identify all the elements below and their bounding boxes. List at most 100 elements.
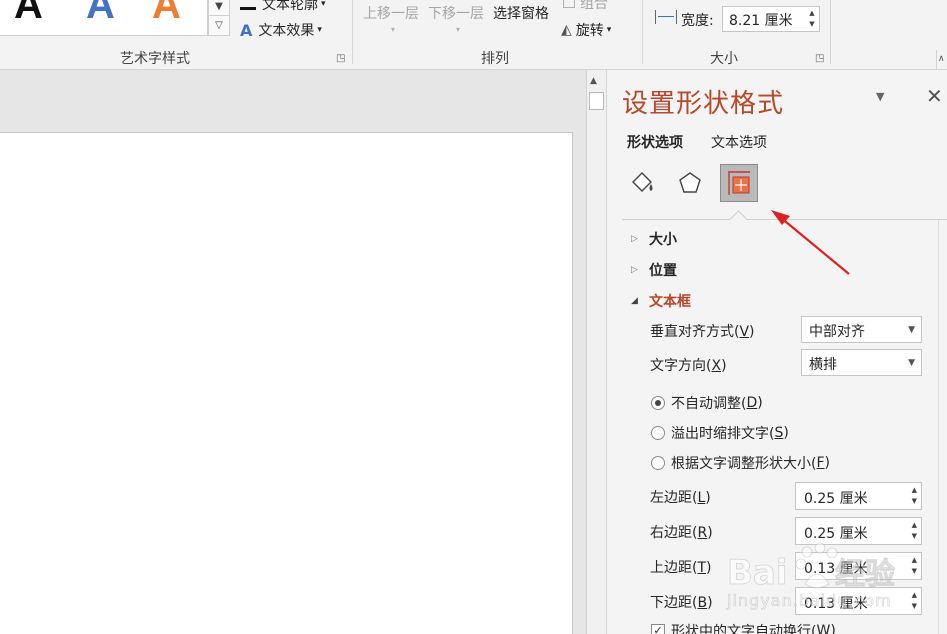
left-margin-input[interactable]: 0.25 厘米 ▲ ▼: [795, 482, 922, 510]
spin-arrows-icon[interactable]: ▲ ▼: [912, 555, 917, 577]
section-position-label: 位置: [649, 263, 677, 279]
group-label-arrange: 排列: [481, 51, 509, 67]
top-margin-input[interactable]: 0.13 厘米 ▲ ▼: [795, 552, 922, 580]
selection-pane-label: 选择窗格: [493, 6, 549, 22]
pane-divider: [622, 219, 947, 220]
dialog-launcher-icon[interactable]: ◳: [336, 53, 345, 64]
wrap-text-checkbox[interactable]: ✓ 形状中的文字自动换行(W): [651, 621, 836, 634]
text-direction-select[interactable]: 横排 ▼: [801, 349, 922, 376]
text-direction-value: 横排: [809, 357, 837, 373]
send-backward-label: 下移一层: [428, 6, 484, 22]
width-label: 宽度:: [681, 13, 714, 29]
group-label-size: 大小: [710, 51, 738, 67]
bottom-margin-label: 下边距(B): [650, 595, 713, 611]
radio-button[interactable]: [651, 426, 665, 440]
group-label-wordart: 艺术字样式: [120, 51, 190, 67]
section-size[interactable]: ▷ 大小: [631, 229, 677, 249]
left-margin-label: 左边距(L): [650, 490, 711, 506]
size-properties-icon[interactable]: [720, 164, 758, 202]
ribbon: A A A ▼ ▽ 文本轮廓 ▾ A 文本效果 ▾ 艺术字样式 ◳ 上移一层 ▾…: [0, 0, 947, 70]
chevron-down-icon: ▾: [317, 25, 322, 35]
group-separator: [830, 0, 831, 64]
group-separator: [352, 0, 353, 64]
right-margin-value: 0.25 厘米: [804, 526, 868, 542]
pane-scrollbar[interactable]: [938, 220, 947, 634]
radio-resize-shape[interactable]: 根据文字调整形状大小(F): [651, 453, 830, 473]
group-separator: [642, 0, 643, 64]
wordart-style-orange[interactable]: A: [152, 0, 181, 25]
text-direction-label: 文字方向(X): [650, 358, 727, 374]
canvas-margin: [0, 70, 586, 132]
checkmark-icon[interactable]: ✓: [651, 624, 665, 634]
dialog-launcher-icon[interactable]: ◳: [815, 53, 824, 64]
slide[interactable]: [0, 132, 573, 634]
expand-icon: ▷: [631, 234, 638, 244]
radio-button[interactable]: [651, 396, 665, 410]
effects-pentagon-icon[interactable]: [671, 164, 709, 202]
pane-caret: [729, 210, 748, 229]
width-value: 8.21 厘米: [729, 13, 793, 29]
radio-shrink-on-overflow[interactable]: 溢出时缩排文字(S): [651, 423, 789, 443]
gallery-scroll: ▼ ▽: [208, 0, 230, 36]
vertical-align-select[interactable]: 中部对齐 ▼: [801, 316, 922, 343]
text-outline-button[interactable]: 文本轮廓 ▾: [240, 0, 326, 14]
chevron-down-icon: ▾: [606, 25, 612, 35]
chevron-down-icon: ▾: [456, 25, 461, 34]
tab-text-options[interactable]: 文本选项: [711, 132, 767, 152]
spin-arrows-icon[interactable]: ▲ ▼: [912, 520, 917, 542]
scroll-thumb[interactable]: [589, 92, 604, 110]
section-textbox[interactable]: ◢ 文本框: [631, 291, 691, 311]
spin-arrows-icon[interactable]: ▲ ▼: [912, 590, 917, 612]
top-margin-value: 0.13 厘米: [804, 561, 868, 577]
chevron-down-icon: ▼: [908, 358, 915, 368]
pane-title: 设置形状格式: [622, 89, 785, 119]
bring-forward-label: 上移一层: [363, 6, 419, 22]
collapse-ribbon-icon[interactable]: ∧: [938, 54, 945, 64]
spin-arrows-icon[interactable]: ▲ ▼: [807, 8, 817, 30]
tab-shape-options[interactable]: 形状选项: [627, 132, 683, 152]
pane-options-icon[interactable]: ▼: [876, 90, 884, 103]
selection-pane-button[interactable]: 选择窗格: [493, 3, 549, 23]
close-icon[interactable]: ✕: [926, 84, 943, 108]
vertical-align-label: 垂直对齐方式(V): [650, 324, 755, 340]
right-margin-input[interactable]: 0.25 厘米 ▲ ▼: [795, 517, 922, 545]
bring-forward-button[interactable]: 上移一层: [363, 3, 419, 23]
radio-button[interactable]: [651, 456, 665, 470]
group-objects-icon: [563, 0, 575, 8]
wordart-style-blue[interactable]: A: [86, 0, 115, 25]
text-effects-icon: A: [240, 20, 253, 40]
text-outline-label: 文本轮廓: [262, 0, 318, 13]
text-effects-button[interactable]: A 文本效果 ▾: [240, 20, 322, 40]
rotate-button[interactable]: ◭ 旋转 ▾: [561, 20, 611, 40]
text-outline-icon: [240, 0, 256, 10]
group-objects-label: 组合: [580, 0, 608, 12]
section-textbox-label: 文本框: [649, 294, 691, 310]
chevron-down-icon: ▼: [908, 325, 915, 335]
text-effects-label: 文本效果: [258, 23, 315, 39]
bottom-margin-value: 0.13 厘米: [804, 596, 868, 612]
section-size-label: 大小: [649, 232, 677, 248]
left-margin-value: 0.25 厘米: [804, 491, 868, 507]
group-separator: [936, 50, 937, 69]
chevron-down-icon: ▾: [391, 25, 396, 34]
group-objects-button[interactable]: 组合: [563, 0, 608, 13]
section-position[interactable]: ▷ 位置: [631, 260, 677, 280]
width-input[interactable]: 8.21 厘米 ▲ ▼: [722, 6, 820, 32]
rotate-label: 旋转: [575, 23, 604, 39]
gallery-down-icon[interactable]: ▼: [209, 0, 229, 16]
fill-line-icon[interactable]: [623, 164, 661, 202]
send-backward-button[interactable]: 下移一层: [428, 3, 484, 23]
wordart-gallery[interactable]: A A A: [0, 0, 208, 36]
gallery-more-icon[interactable]: ▽: [209, 16, 229, 35]
expand-icon: ▷: [631, 265, 638, 275]
scroll-up-icon[interactable]: ▲: [590, 76, 597, 86]
top-margin-label: 上边距(T): [650, 560, 712, 576]
wordart-style-black[interactable]: A: [14, 0, 43, 25]
radio-no-autofit[interactable]: 不自动调整(D): [651, 393, 763, 413]
bottom-margin-input[interactable]: 0.13 厘米 ▲ ▼: [795, 587, 922, 615]
spin-arrows-icon[interactable]: ▲ ▼: [912, 485, 917, 507]
canvas-scrollbar[interactable]: ▲: [586, 70, 606, 634]
width-icon: [655, 10, 677, 24]
chevron-down-icon: ▾: [321, 0, 326, 9]
vertical-align-value: 中部对齐: [809, 324, 865, 340]
